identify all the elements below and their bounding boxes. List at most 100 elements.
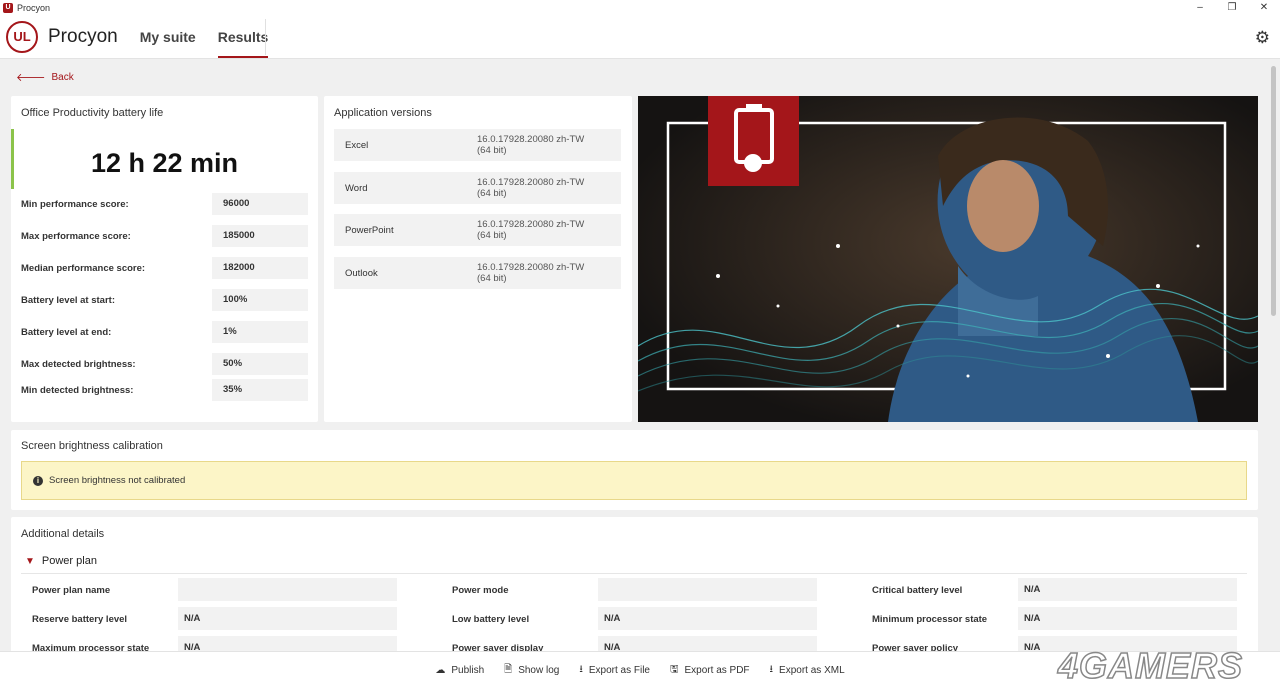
app-version: 16.0.17928.20080 zh-TW (64 bit) <box>477 134 584 156</box>
app-name: Word <box>345 182 368 194</box>
detail-label: Critical battery level <box>872 585 963 596</box>
scrollbar-thumb[interactable] <box>1271 66 1276 316</box>
back-label: Back <box>51 71 74 83</box>
battery-life-result: 12 h 22 min <box>90 148 239 178</box>
section-divider <box>21 573 1247 574</box>
metric-row: Max detected brightness: 50% <box>21 353 308 375</box>
metric-row: Min performance score: 96000 <box>21 193 308 215</box>
tab-results[interactable]: Results <box>217 15 268 59</box>
metric-value: 50% <box>212 353 308 375</box>
detail-value <box>178 578 397 601</box>
publish-button[interactable]: ☁ Publish <box>435 665 484 676</box>
benchmark-hero-image <box>638 96 1258 422</box>
metric-value: 96000 <box>212 193 308 215</box>
battery-card-title: Office Productivity battery life <box>21 107 164 119</box>
app-version-row: Outlook 16.0.17928.20080 zh-TW (64 bit) <box>334 257 621 289</box>
export-pdf-button[interactable]: 🖫 Export as PDF <box>670 662 750 679</box>
application-versions-card: Application versions Excel 16.0.17928.20… <box>324 96 632 422</box>
metric-value: 35% <box>212 379 308 401</box>
window-controls: – ❐ ✕ <box>1184 0 1280 15</box>
app-version: 16.0.17928.20080 zh-TW (64 bit) <box>477 262 584 284</box>
detail-value: N/A <box>178 607 397 630</box>
metric-row: Min detected brightness: 35% <box>21 379 308 401</box>
chevron-down-icon: ▼ <box>25 555 35 567</box>
metric-label: Median performance score: <box>21 262 146 274</box>
app-header: UL Procyon My suite Results ⚙ <box>0 15 1280 59</box>
metric-value: 100% <box>212 289 308 311</box>
battery-life-card: Office Productivity battery life 12 h 22… <box>11 96 318 422</box>
metric-label: Battery level at start: <box>21 294 115 306</box>
metric-row: Battery level at end: 1% <box>21 321 308 343</box>
app-version-row: PowerPoint 16.0.17928.20080 zh-TW (64 bit… <box>334 214 621 246</box>
show-log-button[interactable]: 🗎 Show log <box>504 662 559 679</box>
window-title: Procyon <box>17 2 51 13</box>
detail-value: N/A <box>1018 578 1237 601</box>
calibration-message: Screen brightness not calibrated <box>49 475 186 486</box>
metric-value: 1% <box>212 321 308 343</box>
version-number: 16.0.17928.20080 zh-TW <box>477 219 585 230</box>
version-number: 16.0.17928.20080 zh-TW <box>477 177 585 188</box>
app-version-row: Excel 16.0.17928.20080 zh-TW (64 bit) <box>334 129 621 161</box>
vertical-scrollbar[interactable] <box>1270 64 1277 649</box>
download-icon: ⭳ <box>769 663 774 675</box>
detail-value: N/A <box>1018 607 1237 630</box>
section-title: Power plan <box>41 555 97 567</box>
power-plan-section-toggle[interactable]: ▼ Power plan <box>25 555 97 567</box>
metric-label: Max detected brightness: <box>21 358 136 370</box>
cloud-upload-icon: ☁ <box>435 664 446 676</box>
export-xml-label: Export as XML <box>779 664 845 676</box>
calibration-card-title: Screen brightness calibration <box>21 440 163 452</box>
version-number: 16.0.17928.20080 zh-TW <box>477 134 585 145</box>
version-arch: (64 bit) <box>477 145 507 156</box>
screen-calibration-card: Screen brightness calibration i Screen b… <box>11 430 1258 510</box>
app-name: Outlook <box>345 267 378 279</box>
app-version-row: Word 16.0.17928.20080 zh-TW (64 bit) <box>334 172 621 204</box>
export-xml-button[interactable]: ⭳ Export as XML <box>770 662 845 679</box>
calibration-warning: i Screen brightness not calibrated <box>21 461 1247 500</box>
export-pdf-label: Export as PDF <box>684 664 750 676</box>
metric-value: 182000 <box>212 257 308 279</box>
publish-label: Publish <box>451 664 485 676</box>
detail-value: N/A <box>598 607 817 630</box>
document-icon: 🗎 <box>504 663 513 675</box>
metric-label: Max performance score: <box>21 230 131 242</box>
version-arch: (64 bit) <box>477 188 507 199</box>
detail-value <box>598 578 817 601</box>
metric-row: Battery level at start: 100% <box>21 289 308 311</box>
export-file-label: Export as File <box>588 664 650 676</box>
metric-row: Max performance score: 185000 <box>21 225 308 247</box>
metric-value: 185000 <box>212 225 308 247</box>
metric-label: Battery level at end: <box>21 326 112 338</box>
export-file-button[interactable]: ⭳ Export as File <box>579 662 650 679</box>
metric-label: Min detected brightness: <box>21 384 134 396</box>
version-arch: (64 bit) <box>477 230 507 241</box>
info-icon: i <box>33 475 43 486</box>
gear-icon[interactable]: ⚙ <box>1255 28 1270 48</box>
app-version: 16.0.17928.20080 zh-TW (64 bit) <box>477 177 584 199</box>
details-card-title: Additional details <box>21 528 105 540</box>
hero-illustration <box>638 96 1258 422</box>
app-icon: U <box>3 2 13 13</box>
save-icon: 🖫 <box>669 663 679 675</box>
close-button[interactable]: ✕ <box>1248 0 1280 15</box>
detail-label: Low battery level <box>452 614 530 625</box>
ul-logo: UL <box>6 20 38 53</box>
versions-card-title: Application versions <box>334 107 432 119</box>
detail-label: Power mode <box>452 585 509 596</box>
app-name: PowerPoint <box>345 224 394 236</box>
window-titlebar: U Procyon – ❐ ✕ <box>0 0 1280 15</box>
watermark-logo: 4GAMERS <box>1057 644 1244 687</box>
maximize-button[interactable]: ❐ <box>1216 0 1248 15</box>
back-link[interactable]: 🡐 Back <box>16 70 74 85</box>
detail-label: Reserve battery level <box>32 614 128 625</box>
tab-my-suite[interactable]: My suite <box>140 15 196 59</box>
metric-label: Min performance score: <box>21 198 129 210</box>
brand-name: Procyon <box>48 25 118 47</box>
metric-row: Median performance score: 182000 <box>21 257 308 279</box>
show-log-label: Show log <box>518 664 560 676</box>
arrow-left-icon: 🡐 <box>16 72 46 84</box>
nav-divider <box>265 19 266 55</box>
download-icon: ⭳ <box>579 663 583 675</box>
app-name: Excel <box>345 139 369 151</box>
minimize-button[interactable]: – <box>1184 0 1216 15</box>
